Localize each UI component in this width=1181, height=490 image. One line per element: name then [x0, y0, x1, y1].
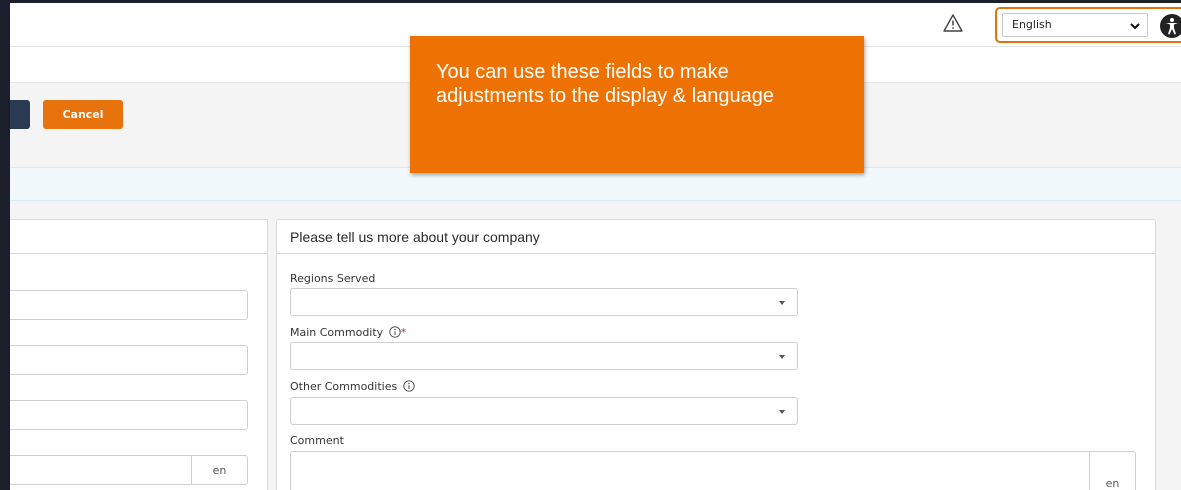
left-text-input-3[interactable] [1, 400, 248, 430]
info-icon[interactable] [403, 380, 415, 392]
form-area: en Please tell us more about your compan… [0, 201, 1181, 490]
regions-served-label: Regions Served [290, 272, 376, 285]
comment-textarea[interactable]: en [290, 451, 1136, 490]
main-commodity-label-text: Main Commodity [290, 326, 384, 339]
comment-label: Comment [290, 434, 344, 447]
panel-title: Please tell us more about your company [277, 220, 1155, 254]
chevron-down-icon [1130, 23, 1140, 30]
caret-down-icon [779, 301, 785, 305]
left-panel-header [1, 220, 267, 254]
other-commodities-dropdown[interactable] [290, 397, 798, 425]
language-select-value: English [1012, 18, 1052, 31]
callout-text: You can use these fields to make adjustm… [436, 61, 774, 107]
left-text-input-1[interactable] [1, 290, 248, 320]
accessibility-icon[interactable] [1159, 13, 1181, 39]
language-tag[interactable]: en [1089, 452, 1135, 490]
left-text-input-2[interactable] [1, 345, 248, 375]
left-multilang-input[interactable]: en [1, 455, 248, 485]
tutorial-callout: You can use these fields to make adjustm… [410, 36, 864, 173]
screenshot-frame: English Cancel en Please tell us more ab… [0, 0, 1181, 490]
language-highlight: English [995, 7, 1181, 43]
main-commodity-label: Main Commodity * [290, 326, 406, 339]
language-select[interactable]: English [1002, 13, 1148, 37]
page: English Cancel en Please tell us more ab… [0, 3, 1181, 490]
caret-down-icon [779, 410, 785, 414]
caret-down-icon [779, 355, 785, 359]
language-tag[interactable]: en [191, 456, 247, 484]
cancel-button[interactable]: Cancel [43, 100, 123, 129]
info-icon[interactable] [389, 326, 401, 338]
left-edge [0, 0, 10, 490]
regions-served-dropdown[interactable] [290, 288, 798, 316]
top-edge [0, 0, 1181, 3]
required-asterisk: * [400, 326, 407, 339]
company-info-panel: Please tell us more about your company R… [276, 219, 1156, 490]
other-commodities-label: Other Commodities [290, 380, 415, 393]
other-commodities-label-text: Other Commodities [290, 380, 398, 393]
left-form-panel: en [0, 219, 268, 490]
warning-triangle-icon[interactable] [943, 13, 963, 33]
main-commodity-dropdown[interactable] [290, 342, 798, 370]
